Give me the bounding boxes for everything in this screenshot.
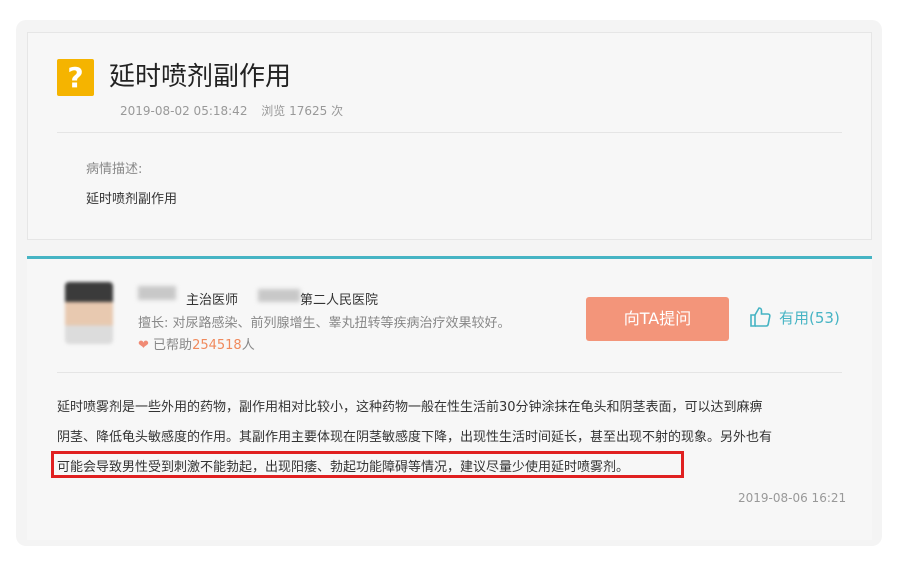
question-date: 2019-08-02 05:18:42 [120, 104, 248, 118]
doctor-avatar[interactable] [65, 282, 113, 344]
question-mark-icon: ? [57, 59, 94, 96]
doctor-name-blurred[interactable] [138, 286, 176, 300]
helped-suffix: 人 [241, 338, 255, 353]
divider [57, 372, 842, 373]
doctor-title: 主治医师 [186, 293, 239, 308]
description-label: 病情描述: [86, 162, 143, 177]
thumbs-up-icon [750, 307, 771, 327]
highlight-box [51, 451, 684, 478]
helped-number: 254518 [192, 338, 242, 353]
helped-prefix: 已帮助 [153, 338, 193, 353]
divider [57, 132, 842, 133]
answer-date: 2019-08-06 16:21 [738, 491, 847, 505]
hospital-name-blurred [258, 289, 300, 302]
doctor-hospital: 第二人民医院 [300, 293, 379, 308]
description-text: 延时喷剂副作用 [86, 192, 178, 207]
useful-label: 有用(53) [779, 308, 840, 327]
doctor-specialty: 擅长: 对尿路感染、前列腺增生、睾丸扭转等疾病治疗效果较好。 [138, 316, 511, 331]
ask-doctor-button[interactable]: 向TA提问 [586, 297, 729, 341]
helped-count: ❤ 已帮助254518人 [138, 334, 255, 353]
answer-line: 阴茎、降低龟头敏感度的作用。其副作用主要体现在阴茎敏感度下降，出现性生活时间延长… [57, 430, 773, 445]
useful-button[interactable]: 有用(53) [749, 305, 840, 329]
question-views: 浏览 17625 次 [261, 104, 344, 118]
answer-line: 延时喷雾剂是一些外用的药物，副作用相对比较小，这种药物一般在性生活前30分钟涂抹… [57, 400, 763, 415]
question-title: 延时喷剂副作用 [109, 62, 292, 92]
question-meta: 2019-08-02 05:18:42 浏览 17625 次 [120, 102, 343, 119]
heart-icon: ❤ [138, 338, 149, 353]
